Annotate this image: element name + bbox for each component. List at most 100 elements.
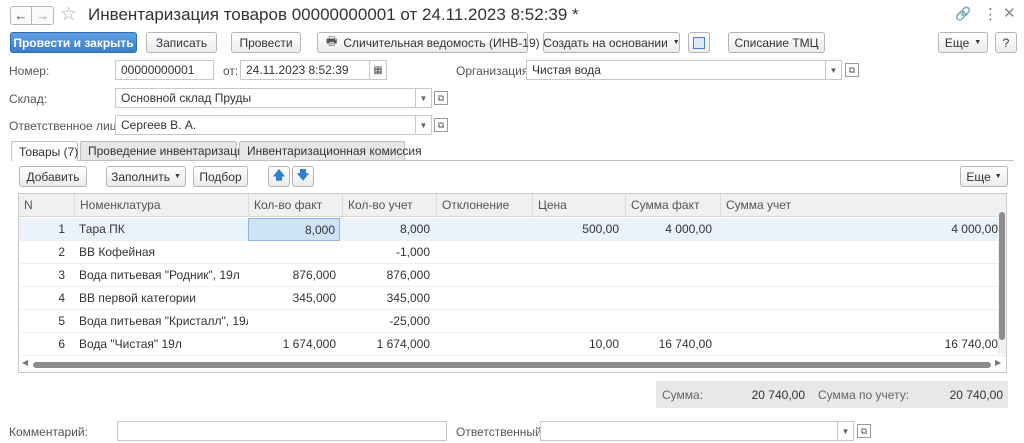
sum-fact[interactable] — [625, 310, 716, 333]
deviation[interactable] — [436, 333, 532, 356]
sum-fact[interactable]: 4 000,00 — [625, 218, 716, 241]
item-name[interactable]: ВВ первой категории — [74, 287, 248, 310]
qty-accounting[interactable]: 345,000 — [342, 287, 434, 310]
column-header-deviation[interactable]: Отклонение — [436, 194, 532, 217]
save-button[interactable]: Записать — [146, 32, 217, 53]
price[interactable] — [532, 241, 623, 264]
post-button[interactable]: Провести — [231, 32, 301, 53]
column-header-sum-fact[interactable]: Сумма факт — [625, 194, 720, 217]
sum-fact[interactable]: 16 740,00 — [625, 333, 716, 356]
comment-field[interactable] — [117, 421, 447, 441]
warehouse-open-button[interactable]: ⧉ — [434, 91, 448, 105]
qty-accounting[interactable]: 1 674,000 — [342, 333, 434, 356]
tab-inventory-commission[interactable]: Инвентаризационная комиссия — [239, 141, 422, 160]
responsible-open-button[interactable]: ⧉ — [857, 424, 871, 438]
move-up-button[interactable]: 🡅 — [268, 166, 290, 187]
organization-dropdown[interactable]: ▼ — [826, 60, 842, 80]
sum-accounting[interactable] — [720, 310, 998, 333]
create-based-button[interactable]: Создать на основании ▼ — [543, 32, 680, 53]
structure-button[interactable] — [688, 32, 710, 53]
qty-accounting[interactable]: -25,000 — [342, 310, 434, 333]
responsible-dropdown[interactable]: ▼ — [838, 421, 854, 441]
horizontal-scrollbar[interactable]: ◀ ▶ — [19, 358, 1006, 370]
responsible-person-field[interactable]: Сергеев В. А. — [115, 115, 416, 135]
qty-fact[interactable] — [248, 310, 340, 333]
responsible-field[interactable] — [540, 421, 838, 441]
table-row[interactable]: 1 Тара ПК 8,000 8,000 500,00 4 000,00 4 … — [19, 218, 1006, 241]
add-row-button[interactable]: Добавить — [19, 166, 87, 187]
table-row[interactable]: 5 Вода питьевая "Кристалл", 19л -25,000 — [19, 310, 1006, 333]
column-header-sum-accounting[interactable]: Сумма учет — [720, 194, 1000, 217]
deviation[interactable] — [436, 218, 532, 241]
favorite-star-icon[interactable]: ☆ — [60, 3, 77, 26]
sum-fact[interactable] — [625, 241, 716, 264]
sum-fact[interactable] — [625, 264, 716, 287]
table-row[interactable]: 6 Вода "Чистая" 19л 1 674,000 1 674,000 … — [19, 333, 1006, 356]
sum-accounting[interactable]: 16 740,00 — [720, 333, 998, 356]
sum-accounting[interactable] — [720, 287, 998, 310]
tab-inventory-posting[interactable]: Проведение инвентаризации — [80, 141, 250, 160]
item-name[interactable]: Вода питьевая "Родник", 19л — [74, 264, 248, 287]
writeoff-button[interactable]: Списание ТМЦ — [728, 32, 825, 53]
scroll-left-icon[interactable]: ◀ — [22, 358, 28, 367]
calendar-button[interactable]: ▦ — [370, 60, 387, 80]
qty-fact[interactable] — [248, 241, 340, 264]
column-header-item[interactable]: Номенклатура — [74, 194, 248, 217]
qty-accounting[interactable]: 8,000 — [342, 218, 434, 241]
sum-accounting[interactable] — [720, 264, 998, 287]
link-icon[interactable]: 🔗 — [955, 6, 971, 22]
price[interactable] — [532, 264, 623, 287]
price[interactable]: 10,00 — [532, 333, 623, 356]
table-row[interactable]: 3 Вода питьевая "Родник", 19л 876,000 87… — [19, 264, 1006, 287]
warehouse-dropdown[interactable]: ▼ — [416, 88, 432, 108]
deviation[interactable] — [436, 241, 532, 264]
column-header-n[interactable]: N — [19, 194, 74, 217]
select-button[interactable]: Подбор — [193, 166, 248, 187]
column-header-qty-fact[interactable]: Кол-во факт — [248, 194, 342, 217]
sum-accounting[interactable] — [720, 241, 998, 264]
more-vertical-icon[interactable]: ⋮ — [983, 5, 998, 23]
qty-fact[interactable]: 8,000 — [248, 218, 340, 241]
price[interactable] — [532, 310, 623, 333]
column-header-price[interactable]: Цена — [532, 194, 625, 217]
item-name[interactable]: ВВ Кофейная — [74, 241, 248, 264]
deviation[interactable] — [436, 310, 532, 333]
qty-accounting[interactable]: -1,000 — [342, 241, 434, 264]
table-row[interactable]: 4 ВВ первой категории 345,000 345,000 — [19, 287, 1006, 310]
vertical-scrollbar-thumb[interactable] — [999, 212, 1005, 340]
organization-field[interactable]: Чистая вода — [526, 60, 826, 80]
help-button[interactable]: ? — [995, 32, 1017, 53]
more-button[interactable]: Еще ▼ — [938, 32, 988, 53]
number-field[interactable]: 00000000001 — [115, 60, 214, 80]
table-row[interactable]: 2 ВВ Кофейная -1,000 — [19, 241, 1006, 264]
fill-button[interactable]: Заполнить ▼ — [106, 166, 186, 187]
responsible-person-dropdown[interactable]: ▼ — [416, 115, 432, 135]
close-icon[interactable]: ✕ — [1003, 4, 1016, 22]
organization-open-button[interactable]: ⧉ — [845, 63, 859, 77]
forward-button[interactable]: → — [32, 6, 54, 25]
scroll-right-icon[interactable]: ▶ — [995, 358, 1001, 367]
horizontal-scrollbar-thumb[interactable] — [33, 362, 991, 368]
qty-fact[interactable]: 1 674,000 — [248, 333, 340, 356]
price[interactable] — [532, 287, 623, 310]
qty-fact[interactable]: 876,000 — [248, 264, 340, 287]
back-button[interactable]: ← — [10, 6, 32, 25]
tab-goods[interactable]: Товары (7) — [11, 141, 78, 161]
deviation[interactable] — [436, 264, 532, 287]
qty-fact[interactable]: 345,000 — [248, 287, 340, 310]
item-name[interactable]: Вода питьевая "Кристалл", 19л — [74, 310, 248, 333]
deviation[interactable] — [436, 287, 532, 310]
item-name[interactable]: Вода "Чистая" 19л — [74, 333, 248, 356]
print-inv19-button[interactable]: 🖶 Сличительная ведомость (ИНВ-19) — [317, 32, 540, 53]
sum-accounting[interactable]: 4 000,00 — [720, 218, 998, 241]
responsible-person-open-button[interactable]: ⧉ — [434, 118, 448, 132]
post-and-close-button[interactable]: Провести и закрыть — [10, 32, 137, 53]
table-more-button[interactable]: Еще ▼ — [960, 166, 1008, 187]
item-name[interactable]: Тара ПК — [74, 218, 248, 241]
column-header-qty-accounting[interactable]: Кол-во учет — [342, 194, 436, 217]
qty-accounting[interactable]: 876,000 — [342, 264, 434, 287]
sum-fact[interactable] — [625, 287, 716, 310]
price[interactable]: 500,00 — [532, 218, 623, 241]
warehouse-field[interactable]: Основной склад Пруды — [115, 88, 416, 108]
date-field[interactable]: 24.11.2023 8:52:39 — [240, 60, 370, 80]
